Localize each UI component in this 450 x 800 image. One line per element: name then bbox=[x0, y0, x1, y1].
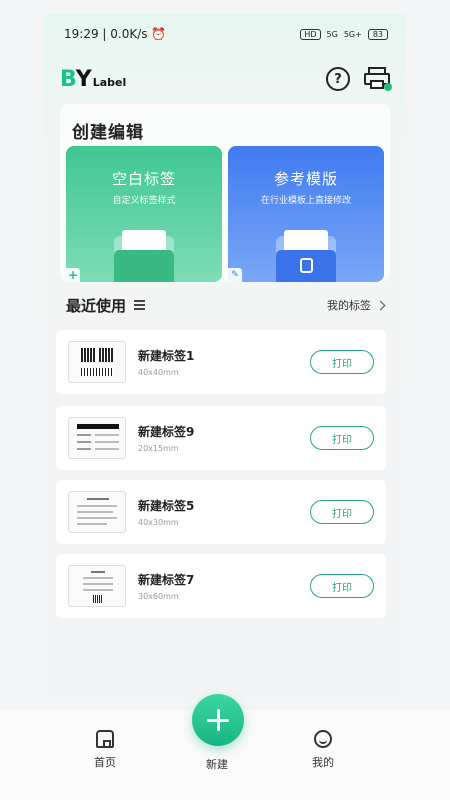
label-size: 40x40mm bbox=[138, 368, 179, 377]
template-title: 参考模版 bbox=[273, 170, 338, 188]
signal-5g-plus-icon: 5G+ bbox=[343, 29, 362, 39]
hd-icon: HD bbox=[300, 28, 321, 40]
label-thumbnail bbox=[68, 491, 126, 533]
label-info: 新建标签1 40x40mm bbox=[138, 347, 310, 377]
label-info: 新建标签7 30x60mm bbox=[138, 571, 310, 601]
edit-icon: ✎ bbox=[228, 268, 242, 282]
status-time: 19:29 bbox=[64, 27, 99, 41]
help-icon[interactable]: ? bbox=[326, 67, 350, 91]
label-name: 新建标签7 bbox=[138, 573, 195, 587]
nav-mine-label: 我的 bbox=[312, 756, 334, 769]
label-thumbnail bbox=[68, 341, 126, 383]
recent-header: 最近使用 我的标签 bbox=[66, 294, 386, 316]
my-labels-text: 我的标签 bbox=[327, 299, 371, 312]
label-size: 20x15mm bbox=[138, 444, 179, 453]
label-size: 40x30mm bbox=[138, 518, 179, 527]
print-button[interactable]: 打印 bbox=[310, 500, 374, 524]
label-thumbnail bbox=[68, 565, 126, 607]
label-name: 新建标签9 bbox=[138, 425, 195, 439]
print-button[interactable]: 打印 bbox=[310, 574, 374, 598]
label-name: 新建标签5 bbox=[138, 499, 195, 513]
label-item[interactable]: 新建标签5 40x30mm 打印 bbox=[56, 480, 386, 544]
plus-icon: + bbox=[66, 268, 80, 282]
label-size: 30x60mm bbox=[138, 592, 179, 601]
logo-letter-y: Y bbox=[75, 66, 92, 92]
print-button[interactable]: 打印 bbox=[310, 426, 374, 450]
app-bar-actions: ? bbox=[326, 67, 392, 91]
nav-mine[interactable]: 我的 bbox=[312, 730, 334, 770]
label-item[interactable]: 新建标签9 20x15mm 打印 bbox=[56, 406, 386, 470]
folder-icon bbox=[114, 230, 174, 282]
template-folder-icon bbox=[276, 230, 336, 282]
status-bar: 19:29 | 0.0K/s ⏰ HD 5G 5G+ 83 bbox=[44, 14, 406, 54]
printer-icon[interactable] bbox=[364, 67, 392, 91]
label-item[interactable]: 新建标签1 40x40mm 打印 bbox=[56, 330, 386, 394]
list-view-icon[interactable] bbox=[134, 300, 146, 310]
blank-label-button[interactable]: 空白标签 自定义标签样式 + bbox=[66, 146, 222, 282]
network-speed: 0.0K/s bbox=[110, 27, 148, 41]
app-bar: B Y Label ? bbox=[60, 62, 392, 96]
document-icon bbox=[300, 258, 313, 273]
status-right: HD 5G 5G+ 83 bbox=[300, 28, 388, 40]
status-left: 19:29 | 0.0K/s ⏰ bbox=[64, 27, 166, 41]
label-name: 新建标签1 bbox=[138, 349, 195, 363]
chevron-right-icon bbox=[375, 300, 386, 310]
nav-home[interactable]: 首页 bbox=[94, 730, 116, 770]
printer-connected-indicator bbox=[384, 83, 392, 91]
recent-title: 最近使用 bbox=[66, 296, 127, 315]
label-info: 新建标签9 20x15mm bbox=[138, 423, 310, 453]
template-button[interactable]: 参考模版 在行业模板上直接修改 ✎ bbox=[228, 146, 384, 282]
recent-title-group: 最近使用 bbox=[66, 295, 146, 316]
battery-icon: 83 bbox=[367, 28, 388, 40]
signal-5g-icon: 5G bbox=[326, 29, 338, 39]
blank-label-subtitle: 自定义标签样式 bbox=[112, 196, 176, 206]
logo-label: Label bbox=[92, 75, 127, 89]
print-button[interactable]: 打印 bbox=[310, 350, 374, 374]
nav-home-label: 首页 bbox=[94, 756, 116, 769]
create-title: 创建编辑 bbox=[72, 123, 144, 143]
template-subtitle: 在行业模板上直接修改 bbox=[260, 196, 351, 206]
blank-label-title: 空白标签 bbox=[111, 170, 176, 188]
app-screen: 19:29 | 0.0K/s ⏰ HD 5G 5G+ 83 B Y Label … bbox=[44, 14, 406, 700]
create-section: 创建编辑 空白标签 自定义标签样式 + 参考模版 在行业模板上直接修改 ✎ bbox=[60, 104, 390, 282]
alarm-icon: ⏰ bbox=[151, 27, 167, 41]
profile-icon bbox=[314, 730, 332, 748]
home-icon bbox=[96, 730, 114, 748]
logo-letter-b: B bbox=[60, 66, 77, 92]
app-logo: B Y Label bbox=[60, 67, 126, 92]
my-labels-link[interactable]: 我的标签 bbox=[327, 297, 386, 313]
label-item[interactable]: 新建标签7 30x60mm 打印 bbox=[56, 554, 386, 618]
nav-new-label: 新建 bbox=[206, 758, 228, 771]
label-info: 新建标签5 40x30mm bbox=[138, 497, 310, 527]
label-thumbnail bbox=[68, 417, 126, 459]
new-label-button[interactable] bbox=[192, 694, 244, 746]
